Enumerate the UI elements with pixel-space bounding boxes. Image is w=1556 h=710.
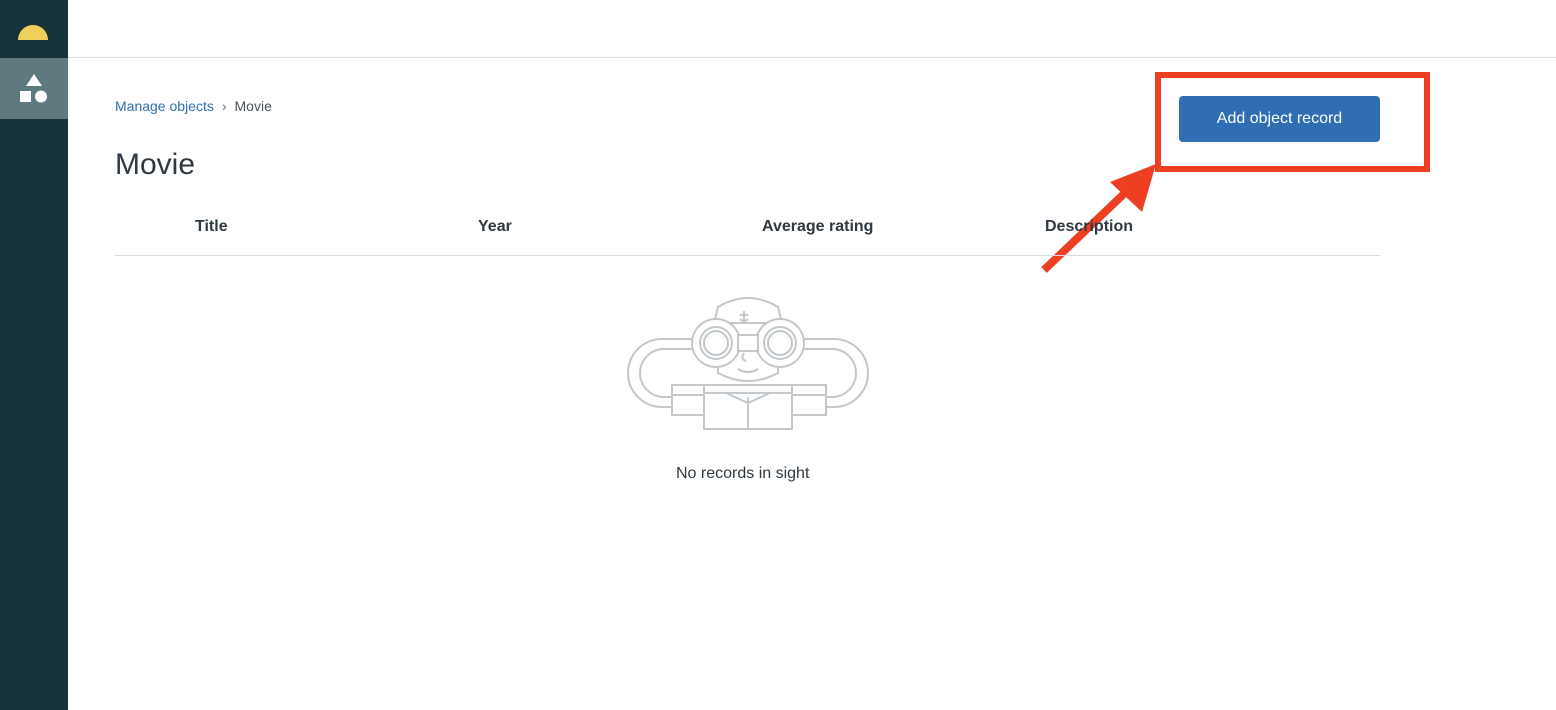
table-header: Title Year Average rating Description — [115, 212, 1380, 256]
breadcrumb-current: Movie — [234, 98, 272, 114]
column-header-average-rating[interactable]: Average rating — [762, 218, 873, 236]
empty-state-message: No records in sight — [676, 465, 810, 482]
top-header-bar — [68, 0, 1556, 58]
column-header-year[interactable]: Year — [478, 218, 512, 236]
column-header-description[interactable]: Description — [1045, 218, 1133, 236]
sun-logo-icon — [18, 25, 48, 40]
objects-shapes-icon — [20, 74, 47, 103]
page-title: Movie — [115, 148, 196, 182]
brand[interactable] — [0, 0, 68, 58]
column-header-title[interactable]: Title — [195, 218, 228, 236]
breadcrumb-link-manage-objects[interactable]: Manage objects — [115, 97, 214, 115]
breadcrumb-separator: › — [221, 98, 227, 114]
sailor-binoculars-illustration — [627, 297, 869, 430]
sidebar-item-objects[interactable] — [0, 58, 68, 119]
breadcrumb: Manage objects › Movie — [115, 97, 272, 115]
annotation-highlight-box — [1155, 72, 1430, 172]
sidebar — [0, 0, 68, 710]
